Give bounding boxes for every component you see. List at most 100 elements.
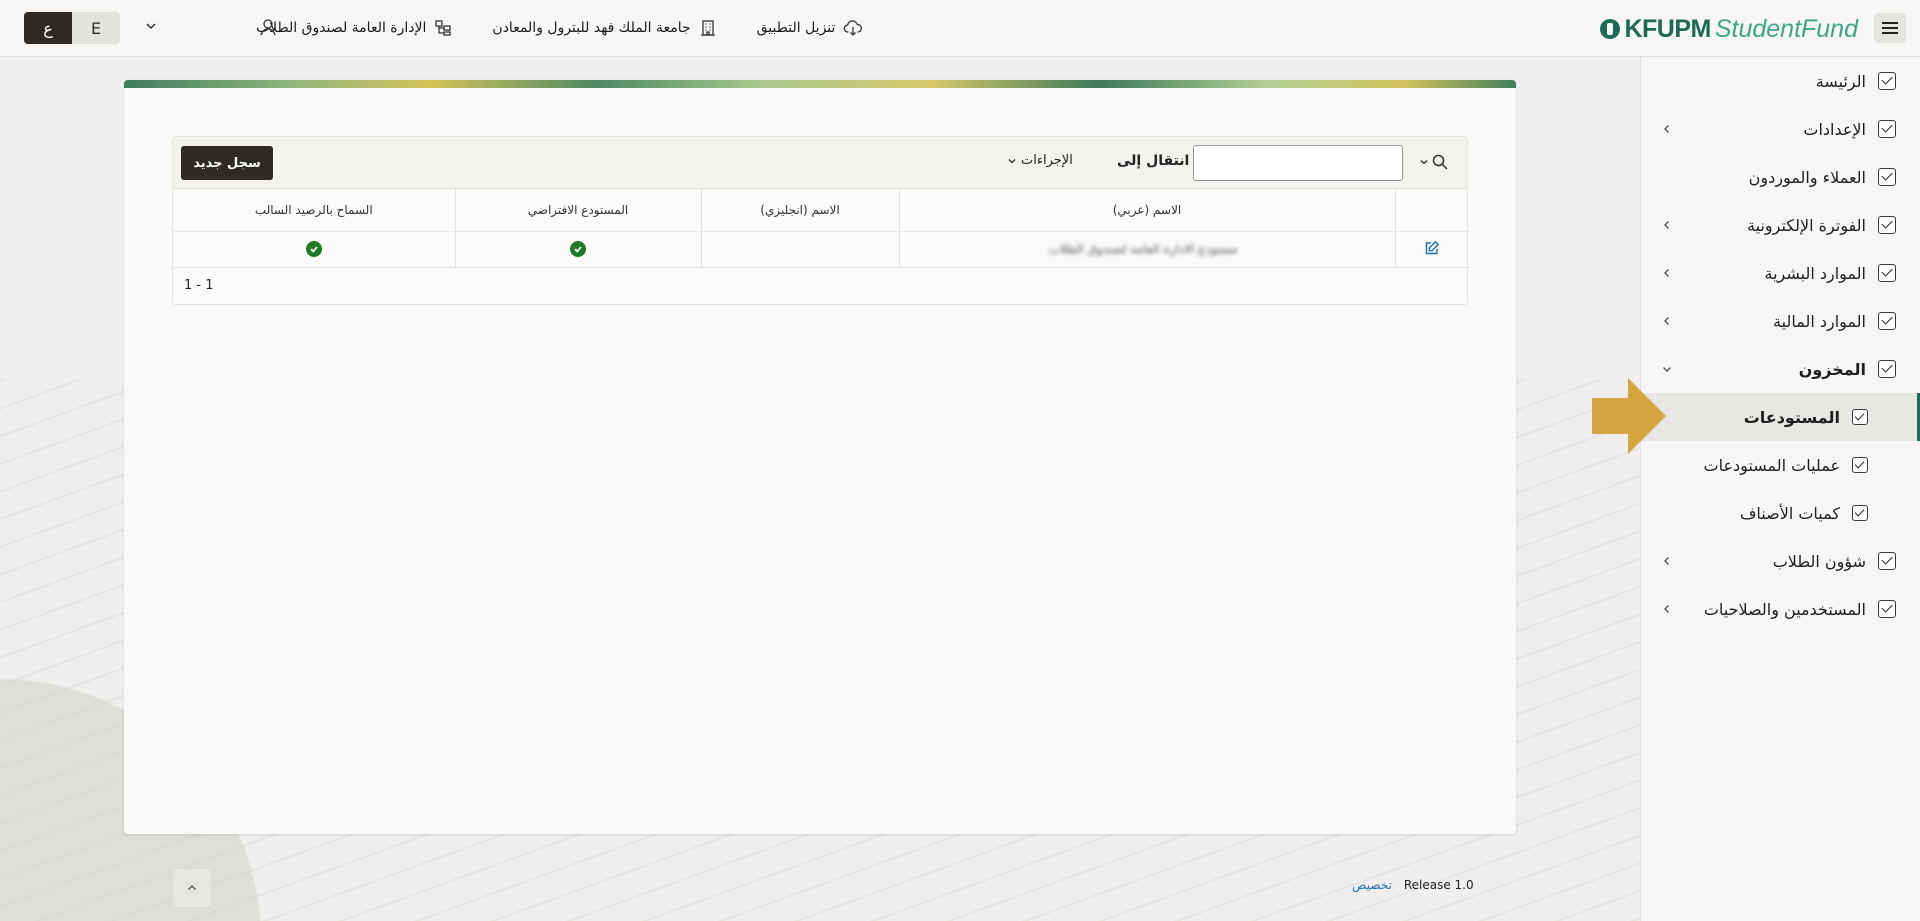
user-icon[interactable] (258, 17, 278, 37)
column-header-default-warehouse[interactable]: المستودع الافتراضي (455, 189, 702, 232)
language-switcher: ع E (24, 12, 120, 44)
org-chart-icon (435, 20, 452, 36)
user-menu-chevron-icon[interactable] (144, 19, 158, 33)
language-english-button[interactable]: E (72, 12, 120, 44)
edit-icon[interactable] (1424, 240, 1440, 256)
column-header-name-ar[interactable]: الاسم (عربي) (899, 189, 1396, 232)
app-logo[interactable]: KFUPM StudentFund (1600, 13, 1858, 45)
new-record-button[interactable]: سجل جديد (181, 146, 273, 180)
sidebar-item-e-invoicing[interactable]: الفوترة الإلكترونية (1641, 201, 1920, 249)
sidebar-item-item-quantities[interactable]: كميات الأصناف (1641, 489, 1920, 537)
column-header-name-en[interactable]: الاسم (انجليزي) (701, 189, 900, 232)
decorative-banner (124, 80, 1516, 88)
nav-link-university[interactable]: جامعة الملك فهد للبترول والمعادن (492, 19, 716, 37)
sidebar-item-users-permissions[interactable]: المستخدمين والصلاحيات (1641, 585, 1920, 633)
checkbox-icon (1878, 360, 1896, 378)
nav-link-label: تنزيل التطبيق (756, 20, 836, 36)
footer-info: تخصيص Release 1.0 (1352, 878, 1474, 892)
checkbox-icon (1878, 264, 1896, 282)
chevron-up-icon (188, 885, 196, 890)
search-icon (1432, 154, 1448, 170)
sidebar-item-warehouse-operations[interactable]: عمليات المستودعات (1641, 441, 1920, 489)
chevron-left-icon[interactable] (1661, 219, 1673, 231)
customize-link[interactable]: تخصيص (1352, 878, 1392, 892)
sidebar-item-label: الإعدادات (1803, 119, 1866, 139)
nav-link-general-administration[interactable]: الإدارة العامة لصندوق الطلاب (256, 19, 452, 37)
checkbox-icon (1878, 552, 1896, 570)
highlight-arrow-icon (1592, 378, 1666, 454)
interactive-report: سجل جديد الإجراءات انتقال إلى السماح بال… (172, 136, 1469, 305)
check-circle-icon (570, 241, 586, 257)
top-navigation-bar: KFUPM StudentFund الإدارة العامة لصندوق … (0, 0, 1920, 57)
chevron-left-icon[interactable] (1661, 603, 1673, 615)
menu-line (1882, 27, 1898, 29)
cell-name-ar: مستودع الادارة العامة لصندوق الطلاب (899, 231, 1396, 268)
sidebar-item-label: شؤون الطلاب (1772, 551, 1866, 571)
main-content-card: سجل جديد الإجراءات انتقال إلى السماح بال… (124, 80, 1516, 834)
chevron-down-icon (1008, 158, 1016, 163)
hamburger-menu-button[interactable] (1874, 13, 1906, 43)
checkbox-icon (1878, 312, 1896, 330)
search-column-selector[interactable] (1419, 153, 1449, 171)
sidebar-item-financial-resources[interactable]: الموارد المالية (1641, 297, 1920, 345)
sidebar-item-inventory[interactable]: المخزون (1641, 345, 1920, 393)
sidebar-item-label: المستودعات (1743, 407, 1840, 427)
checkbox-icon (1878, 120, 1896, 138)
chevron-left-icon[interactable] (1661, 267, 1673, 279)
chevron-down-icon (1420, 160, 1428, 165)
checkbox-icon (1852, 457, 1868, 473)
report-toolbar: سجل جديد الإجراءات انتقال إلى (173, 137, 1467, 189)
scroll-to-top-button[interactable] (172, 868, 212, 908)
sidebar-item-label: الموارد المالية (1773, 311, 1866, 331)
logo-text-bold: KFUPM (1624, 14, 1711, 43)
cell-edit (1395, 231, 1469, 268)
checkbox-icon (1878, 72, 1896, 90)
sidebar-item-label: عمليات المستودعات (1703, 455, 1841, 475)
sidebar-item-label: الفوترة الإلكترونية (1747, 215, 1866, 235)
checkbox-icon (1878, 216, 1896, 234)
check-circle-icon (305, 241, 322, 257)
table-row: مستودع الادارة العامة لصندوق الطلاب (173, 231, 1469, 268)
sidebar-item-label: كميات الأصناف (1739, 503, 1840, 523)
table-header-row: السماح بالرصيد السالب المستودع الافتراضي… (173, 189, 1469, 232)
sidebar-item-label: الرئيسة (1815, 71, 1866, 91)
checkbox-icon (1878, 168, 1896, 186)
checkbox-icon (1878, 600, 1896, 618)
goto-label[interactable]: انتقال إلى (1117, 153, 1189, 169)
sidebar-item-label: الموارد البشرية (1764, 263, 1867, 283)
pagination-info: 1 - 1 (184, 278, 214, 293)
sidebar-item-label: المخزون (1798, 359, 1866, 379)
menu-line (1882, 32, 1898, 34)
column-header-edit (1395, 189, 1469, 232)
actions-menu-button[interactable]: الإجراءات (1007, 153, 1073, 168)
logo-text-light: StudentFund (1714, 14, 1858, 43)
nav-link-download-app[interactable]: تنزيل التطبيق (757, 19, 864, 37)
search-input[interactable] (1193, 145, 1403, 181)
cell-allow-negative (173, 231, 456, 268)
header-nav-links: الإدارة العامة لصندوق الطلاب جامعة الملك… (256, 16, 903, 40)
cell-default-warehouse (455, 231, 702, 268)
building-icon (700, 20, 715, 36)
chevron-down-icon[interactable] (1661, 363, 1673, 375)
chevron-left-icon[interactable] (1661, 123, 1673, 135)
column-header-allow-negative[interactable]: السماح بالرصيد السالب (173, 189, 456, 232)
sidebar-item-customers-suppliers[interactable]: العملاء والموردون (1641, 153, 1920, 201)
checkbox-icon (1852, 409, 1868, 425)
nav-link-label: جامعة الملك فهد للبترول والمعادن (492, 20, 691, 36)
nav-link-label: الإدارة العامة لصندوق الطلاب (256, 20, 427, 36)
sidebar-navigation: الرئيسة الإعدادات العملاء والموردون الفو… (1640, 57, 1920, 921)
release-version: Release 1.0 (1403, 878, 1474, 892)
actions-menu-label: الإجراءات (1021, 153, 1073, 168)
sidebar-item-home[interactable]: الرئيسة (1641, 57, 1920, 105)
sidebar-item-label: المستخدمين والصلاحيات (1703, 599, 1866, 619)
cloud-download-icon (844, 20, 863, 36)
sidebar-item-warehouses[interactable]: المستودعات (1641, 393, 1920, 441)
chevron-left-icon[interactable] (1661, 555, 1673, 567)
warehouses-table: السماح بالرصيد السالب المستودع الافتراضي… (173, 189, 1469, 268)
chevron-left-icon[interactable] (1661, 315, 1673, 327)
sidebar-item-student-affairs[interactable]: شؤون الطلاب (1641, 537, 1920, 585)
sidebar-item-settings[interactable]: الإعدادات (1641, 105, 1920, 153)
sidebar-item-human-resources[interactable]: الموارد البشرية (1641, 249, 1920, 297)
cell-name-en (701, 231, 900, 268)
language-arabic-button[interactable]: ع (24, 12, 72, 44)
